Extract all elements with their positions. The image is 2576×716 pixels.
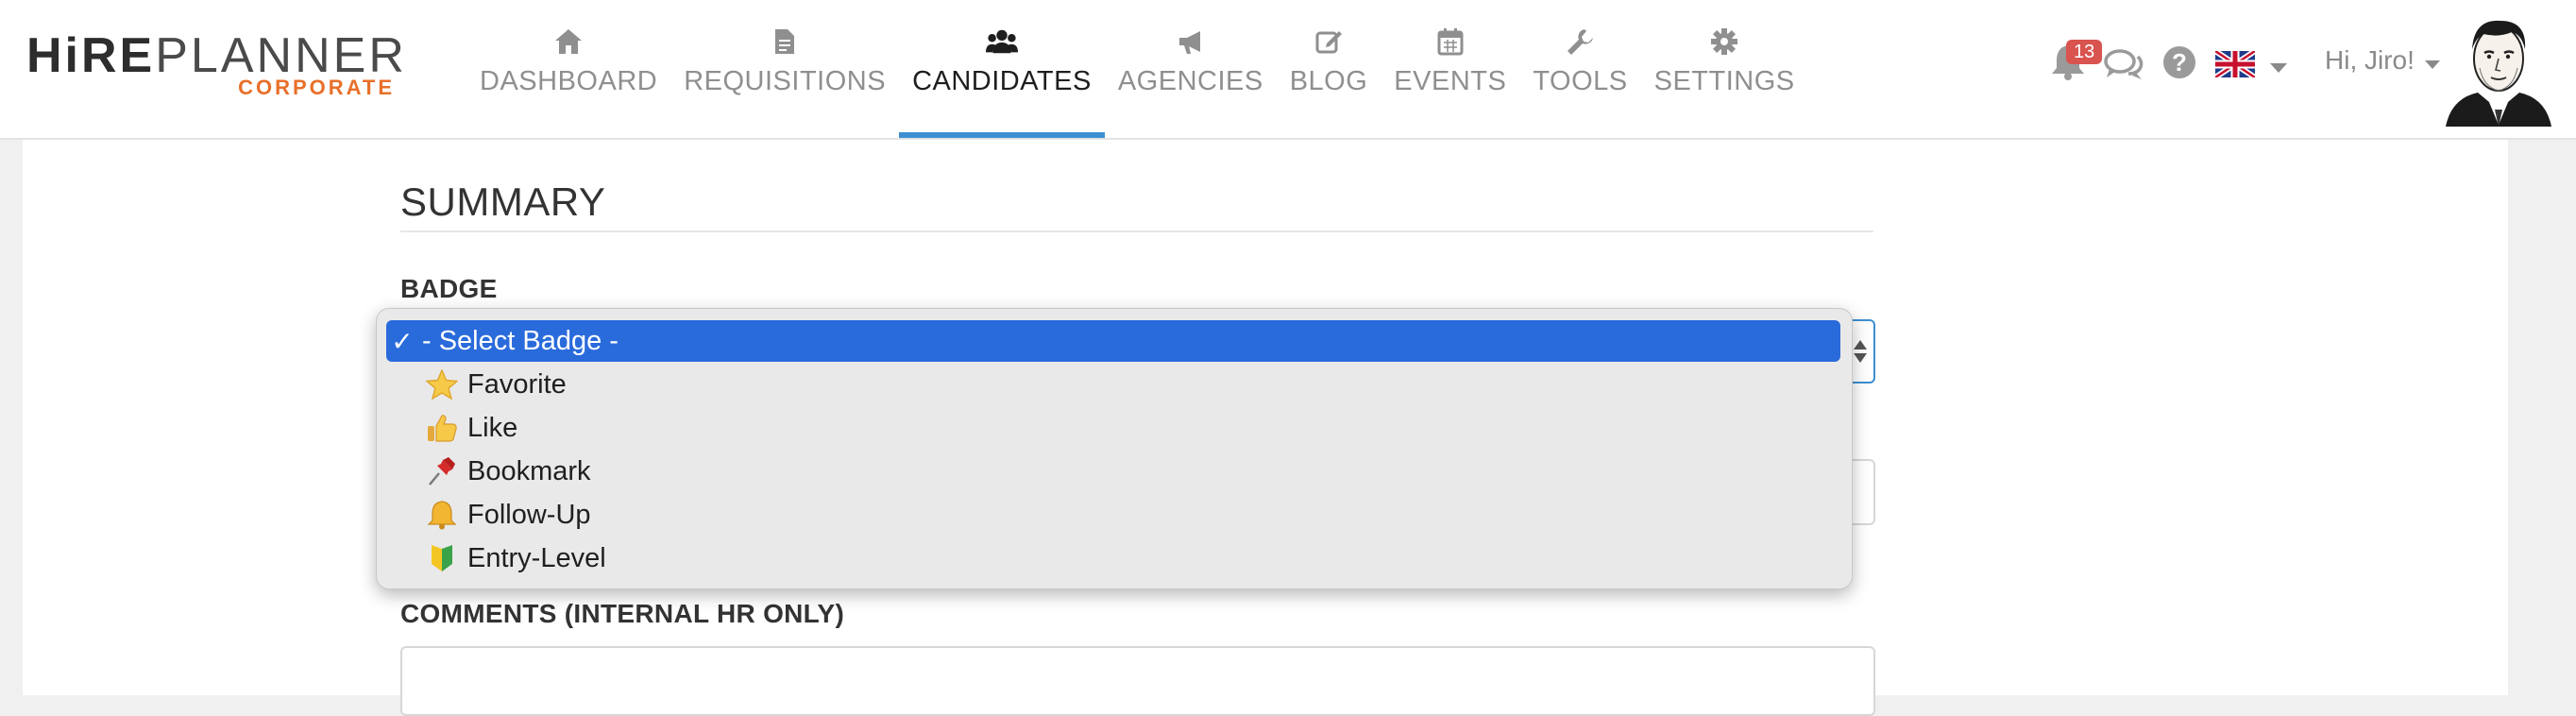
chat-bubbles-icon[interactable]: [2104, 49, 2144, 86]
gear-icon: [1708, 26, 1740, 57]
option-label: - Select Badge -: [422, 325, 619, 356]
option-label: Follow-Up: [467, 499, 591, 530]
nav-tools-label: TOOLS: [1533, 66, 1628, 96]
nav-dashboard-label: DASHBOARD: [480, 66, 658, 96]
comments-textarea[interactable]: [400, 646, 1875, 716]
user-greeting[interactable]: Hi, Jiro!: [2325, 45, 2415, 76]
nav-candidates-label: CANDIDATES: [912, 66, 1092, 96]
nav-tools[interactable]: TOOLS: [1519, 0, 1640, 138]
pushpin-icon: [424, 455, 460, 487]
megaphone-icon: [1175, 26, 1207, 57]
nav-agencies-label: AGENCIES: [1117, 66, 1263, 96]
badge-option-select-badge[interactable]: ✓ - Select Badge -: [386, 320, 1840, 362]
main-nav: DASHBOARD REQUISITIONS CANDIDATES AGENCI…: [466, 0, 1808, 138]
bell-icon: [424, 499, 460, 531]
option-label: Like: [467, 412, 518, 443]
option-label: Favorite: [467, 368, 567, 400]
star-icon: [424, 368, 460, 401]
language-caret-down-icon[interactable]: [2270, 60, 2287, 77]
section-divider: [400, 230, 1873, 232]
edit-icon: [1313, 26, 1345, 57]
notifications-count-badge[interactable]: 13: [2066, 40, 2103, 64]
nav-requisitions[interactable]: REQUISITIONS: [670, 0, 899, 138]
nav-dashboard[interactable]: DASHBOARD: [466, 0, 670, 138]
nav-requisitions-label: REQUISITIONS: [684, 66, 887, 96]
logo-hire-text: HiRE: [26, 28, 156, 83]
document-icon: [769, 26, 801, 57]
svg-text:?: ?: [2172, 48, 2187, 77]
users-icon: [985, 26, 1018, 57]
badge-options-dropdown: ✓ - Select Badge - Favorite Like Bookmar…: [376, 308, 1853, 589]
nav-events-label: EVENTS: [1394, 66, 1507, 96]
nav-settings-label: SETTINGS: [1653, 66, 1795, 96]
badge-option-entry-level[interactable]: Entry-Level: [386, 537, 1840, 579]
nav-candidates[interactable]: CANDIDATES: [899, 0, 1105, 138]
nav-blog-label: BLOG: [1289, 66, 1368, 96]
badge-option-favorite[interactable]: Favorite: [386, 364, 1840, 405]
user-menu-caret-down-icon[interactable]: [2425, 57, 2440, 74]
logo-tagline: CORPORATE: [238, 76, 395, 99]
user-avatar[interactable]: [2442, 11, 2555, 127]
checkmark-icon: ✓: [391, 326, 414, 356]
badge-option-bookmark[interactable]: Bookmark: [386, 451, 1840, 492]
beginner-shield-icon: [424, 542, 460, 574]
home-icon: [552, 26, 585, 57]
summary-section-title: SUMMARY: [400, 179, 606, 224]
calendar-icon: [1434, 26, 1466, 57]
wrench-icon: [1564, 26, 1596, 57]
badge-field-label: BADGE: [400, 274, 498, 303]
nav-agencies[interactable]: AGENCIES: [1105, 0, 1277, 138]
uk-flag-icon[interactable]: [2213, 48, 2257, 80]
hireplanner-logo[interactable]: HiREPLANNER CORPORATE: [26, 28, 404, 102]
nav-settings[interactable]: SETTINGS: [1641, 0, 1808, 138]
nav-events[interactable]: EVENTS: [1381, 0, 1519, 138]
thumbs-up-icon: [424, 412, 460, 444]
select-updown-arrows-icon: [1853, 338, 1868, 369]
help-question-icon[interactable]: ?: [2162, 45, 2196, 84]
nav-blog[interactable]: BLOG: [1277, 0, 1381, 138]
option-label: Entry-Level: [467, 542, 606, 573]
comments-field-label: COMMENTS (INTERNAL HR ONLY): [400, 599, 845, 628]
top-header: HiREPLANNER CORPORATE DASHBOARD REQUISIT…: [0, 0, 2576, 140]
badge-option-follow-up[interactable]: Follow-Up: [386, 494, 1840, 536]
option-label: Bookmark: [467, 455, 591, 486]
badge-option-like[interactable]: Like: [386, 407, 1840, 449]
